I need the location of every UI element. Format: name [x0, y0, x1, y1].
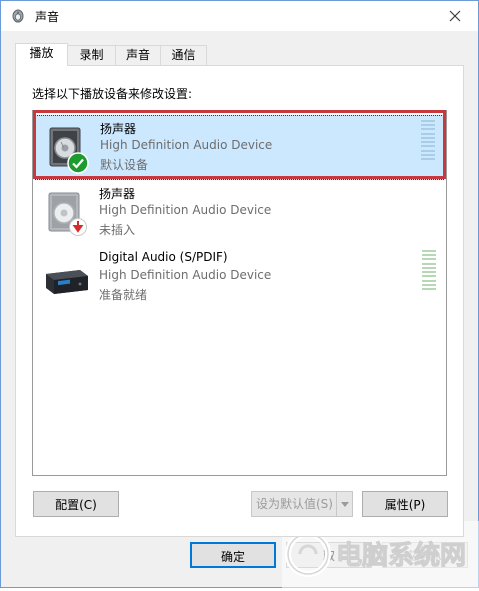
cancel-button[interactable]: 取 — [286, 542, 372, 568]
set-default-label: 设为默认值(S) — [256, 497, 333, 511]
speaker-app-icon — [12, 9, 24, 23]
sound-dialog: 声音 播放 录制 声音 通信 选择以下播放设备来修改设置: 扬声器 High D… — [0, 0, 479, 588]
chevron-down-icon — [340, 501, 349, 507]
tab-recording[interactable]: 录制 — [67, 45, 116, 65]
device-name: 扬声器 — [99, 187, 136, 201]
properties-button[interactable]: 属性(P) — [362, 491, 448, 517]
configure-button[interactable]: 配置(C) — [33, 491, 119, 517]
close-icon — [449, 10, 461, 22]
volume-meter — [421, 120, 435, 160]
title-bar[interactable]: 声音 — [1, 1, 478, 31]
device-item-digital-audio[interactable]: Digital Audio (S/PDIF) High Definition A… — [35, 246, 444, 311]
window-title: 声音 — [35, 10, 60, 24]
device-item-speakers-unplugged[interactable]: 扬声器 High Definition Audio Device 未插入 — [35, 181, 444, 246]
playback-panel: 选择以下播放设备来修改设置: 扬声器 High Definition Audio… — [15, 65, 464, 537]
device-description: High Definition Audio Device — [100, 138, 273, 152]
device-item-speakers-default[interactable]: 扬声器 High Definition Audio Device 默认设备 — [35, 115, 444, 180]
unplugged-arrow-icon — [69, 218, 87, 236]
apply-button: 应用(A) — [382, 542, 468, 568]
default-check-icon — [67, 152, 89, 174]
digital-audio-receiver-icon — [46, 270, 88, 294]
device-status: 未插入 — [99, 223, 136, 237]
set-default-dropdown-arrow — [336, 492, 352, 516]
device-name: Digital Audio (S/PDIF) — [99, 250, 228, 264]
ok-button[interactable]: 确定 — [190, 542, 276, 568]
device-description: High Definition Audio Device — [99, 203, 272, 217]
instruction-text: 选择以下播放设备来修改设置: — [32, 87, 193, 101]
device-status: 准备就绪 — [99, 288, 148, 302]
device-list[interactable]: 扬声器 High Definition Audio Device 默认设备 扬声… — [32, 110, 447, 476]
tab-communications[interactable]: 通信 — [160, 45, 207, 65]
device-status: 默认设备 — [100, 158, 149, 172]
tab-playback[interactable]: 播放 — [15, 43, 68, 66]
device-description: High Definition Audio Device — [99, 268, 272, 282]
volume-meter — [422, 250, 436, 290]
tab-sounds[interactable]: 声音 — [115, 45, 161, 65]
device-name: 扬声器 — [100, 122, 137, 136]
close-button[interactable] — [432, 1, 478, 31]
set-default-button: 设为默认值(S) — [251, 491, 353, 517]
